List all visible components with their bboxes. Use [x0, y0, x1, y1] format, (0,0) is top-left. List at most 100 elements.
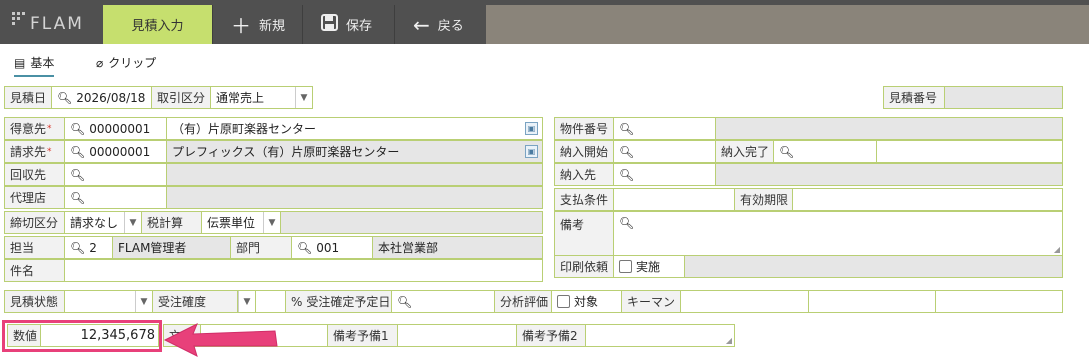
tax-select[interactable]: 伝票単位 ▼ — [201, 211, 281, 234]
delivery-to-label: 納入先 — [554, 163, 614, 186]
tab-basic-label: 基本 — [30, 56, 55, 70]
tax-value: 伝票単位 — [207, 216, 256, 230]
customer-label-text: 得意先 — [10, 122, 47, 136]
save-button-label: 保存 — [346, 19, 373, 34]
customer-code-field[interactable]: 🔍︎ 00000001 — [64, 117, 167, 140]
billing-name: プレフィックス（有）片原町楽器センター — [172, 145, 400, 159]
plus-icon: ＋ — [231, 14, 251, 38]
agent-label: 代理店 — [4, 186, 65, 209]
billing-code: 00000001 — [89, 144, 151, 159]
logo-grid-icon — [12, 12, 28, 28]
paperclip-icon: ⌀ — [96, 55, 104, 70]
billing-label: 請求先 * — [4, 140, 65, 163]
date-field[interactable]: 🔍︎ 2026/08/18 — [51, 86, 152, 109]
agent-code-field[interactable]: 🔍︎ — [64, 186, 167, 209]
order-date-field[interactable]: 🔍︎ — [391, 290, 495, 313]
back-button-label: 戻る — [437, 19, 464, 34]
resize-handle-icon[interactable]: ◢ — [726, 336, 732, 345]
resize-handle-icon[interactable]: ◢ — [1054, 245, 1060, 254]
customer-label: 得意先 * — [4, 117, 65, 140]
tab-estimate-entry[interactable]: 見積入力 — [103, 5, 212, 44]
chevron-down-icon[interactable]: ▼ — [295, 87, 312, 108]
delivery-end-extra — [876, 140, 1063, 163]
order-date-label-text: 受注確定予定日 — [306, 295, 391, 309]
search-icon[interactable]: 🔍︎ — [619, 216, 634, 230]
search-icon[interactable]: 🔍︎ — [619, 145, 634, 159]
highlight-box — [2, 320, 162, 352]
chevron-down-icon[interactable]: ▼ — [263, 212, 280, 233]
estimate-status-select[interactable]: ▼ — [64, 290, 153, 313]
delivery-to-code-field[interactable]: 🔍︎ — [613, 163, 716, 186]
customer-name: （有）片原町楽器センター — [172, 122, 317, 136]
search-icon[interactable]: 🔍︎ — [57, 91, 72, 105]
delivery-start-label: 納入開始 — [554, 140, 614, 163]
validity-label: 有効期限 — [734, 188, 793, 211]
analysis-label: 分析評価 — [494, 290, 552, 313]
analysis-check-label: 対象 — [574, 295, 599, 309]
chevron-down-icon[interactable]: ▼ — [124, 212, 141, 233]
customer-name-field: （有）片原町楽器センター ▣ — [166, 117, 543, 140]
notes-textarea[interactable]: 🔍︎ ◢ — [613, 211, 1063, 256]
checkbox-icon[interactable] — [619, 260, 632, 273]
subject-input[interactable] — [64, 259, 543, 282]
delivery-end-label: 納入完了 — [715, 140, 774, 163]
chevron-down-icon[interactable]: ▼ — [135, 291, 152, 312]
note-spare2-textarea[interactable]: ◢ — [585, 324, 735, 347]
search-icon[interactable]: 🔍︎ — [397, 295, 412, 309]
address-book-icon[interactable]: ▣ — [525, 145, 538, 158]
save-button[interactable]: 保存 — [302, 5, 394, 44]
subject-label: 件名 — [4, 259, 65, 282]
payment-terms-input[interactable] — [613, 188, 735, 211]
checkbox-icon[interactable] — [557, 295, 570, 308]
keyman-label: キーマン — [621, 290, 681, 313]
top-bar-filler — [486, 5, 1089, 44]
transaction-type-select[interactable]: 通常売上 ▼ — [210, 86, 313, 109]
search-icon[interactable]: 🔍︎ — [297, 241, 312, 255]
estimate-number-label: 見積番号 — [883, 86, 945, 109]
staff-code-field[interactable]: 🔍︎ 2 — [64, 236, 113, 259]
back-button[interactable]: ← 戻る — [394, 5, 486, 44]
analysis-checkbox[interactable]: 対象 — [551, 290, 622, 313]
note-spare1-label: 備考予備1 — [327, 324, 398, 347]
notes-label: 備考 — [554, 211, 614, 256]
staff-label: 担当 — [4, 236, 65, 259]
chevron-down-icon[interactable]: ▼ — [238, 291, 255, 312]
order-confidence-input[interactable] — [255, 290, 286, 313]
search-icon[interactable]: 🔍︎ — [70, 122, 85, 136]
logo-text: FLAM — [30, 14, 84, 34]
search-icon[interactable]: 🔍︎ — [619, 168, 634, 182]
date-value: 2026/08/18 — [76, 90, 146, 105]
note-spare1-input[interactable] — [397, 324, 517, 347]
property-number-field[interactable]: 🔍︎ — [613, 117, 716, 140]
arrow-left-icon: ← — [413, 12, 430, 37]
print-request-label: 印刷依頼 — [554, 255, 614, 278]
document-icon: ▤ — [14, 55, 26, 70]
delivery-end-field[interactable]: 🔍︎ — [773, 140, 877, 163]
keyman-input-1[interactable] — [680, 290, 809, 313]
search-icon[interactable]: 🔍︎ — [70, 241, 85, 255]
new-button[interactable]: ＋ 新規 — [212, 5, 302, 44]
validity-input[interactable] — [792, 188, 1063, 211]
search-icon[interactable]: 🔍︎ — [70, 191, 85, 205]
tab-clip[interactable]: ⌀ クリップ — [96, 54, 156, 71]
sub-tab-bar: ▤ 基本 ⌀ クリップ — [0, 44, 1089, 80]
search-icon[interactable]: 🔍︎ — [779, 145, 794, 159]
customer-code: 00000001 — [89, 121, 151, 136]
billing-code-field[interactable]: 🔍︎ 00000001 — [64, 140, 167, 163]
closing-select[interactable]: 請求なし ▼ — [64, 211, 142, 234]
delivery-start-field[interactable]: 🔍︎ — [613, 140, 716, 163]
keyman-input-3[interactable] — [935, 290, 1063, 313]
collection-code-field[interactable]: 🔍︎ — [64, 163, 167, 186]
order-confidence-select[interactable]: ▼ — [237, 290, 256, 313]
department-code-field[interactable]: 🔍︎ 001 — [291, 236, 373, 259]
keyman-input-2[interactable] — [808, 290, 936, 313]
floppy-disk-icon — [321, 14, 338, 35]
tab-basic[interactable]: ▤ 基本 — [14, 54, 55, 77]
search-icon[interactable]: 🔍︎ — [70, 168, 85, 182]
billing-name-field: プレフィックス（有）片原町楽器センター ▣ — [166, 140, 543, 163]
address-book-icon[interactable]: ▣ — [525, 122, 538, 135]
property-name-field — [715, 117, 1063, 140]
search-icon[interactable]: 🔍︎ — [619, 122, 634, 136]
print-request-checkbox[interactable]: 実施 — [613, 255, 685, 278]
search-icon[interactable]: 🔍︎ — [70, 145, 85, 159]
